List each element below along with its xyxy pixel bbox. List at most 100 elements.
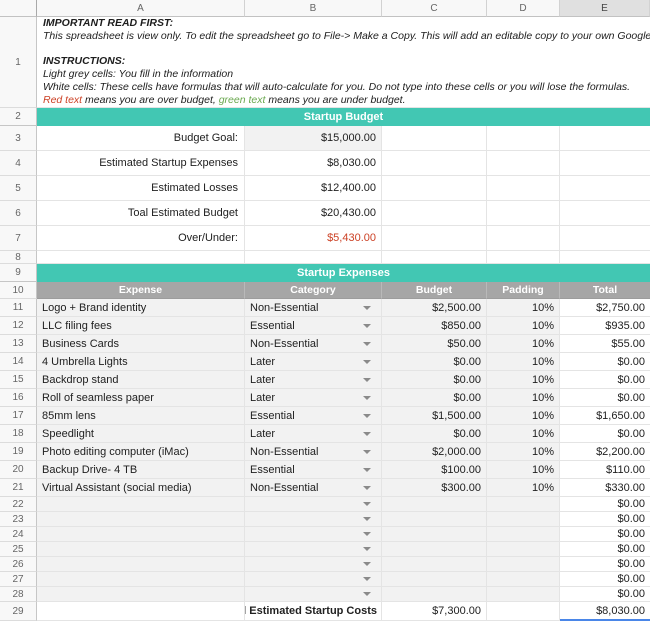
budget-amount-cell[interactable]: $2,500.00: [382, 299, 487, 317]
row-number-6[interactable]: 6: [0, 201, 37, 226]
empty-cell[interactable]: [487, 251, 560, 264]
row-number-29[interactable]: 29: [0, 602, 37, 621]
total-cell[interactable]: $0.00: [560, 497, 650, 512]
expense-name-cell[interactable]: Backdrop stand: [37, 371, 245, 389]
expense-name-cell[interactable]: [37, 572, 245, 587]
category-cell[interactable]: Later: [245, 425, 382, 443]
padding-cell[interactable]: [487, 512, 560, 527]
budget-label-cell[interactable]: Toal Estimated Budget: [37, 201, 245, 226]
category-cell[interactable]: Later: [245, 371, 382, 389]
empty-cell[interactable]: [560, 201, 650, 226]
category-cell[interactable]: Essential: [245, 317, 382, 335]
category-cell[interactable]: Essential: [245, 461, 382, 479]
row-number-9[interactable]: 9: [0, 264, 37, 282]
budget-amount-cell[interactable]: $0.00: [382, 425, 487, 443]
row-number-19[interactable]: 19: [0, 443, 37, 461]
empty-cell[interactable]: [487, 151, 560, 176]
category-dropdown-icon[interactable]: [363, 450, 371, 454]
startup-expenses-title-cell[interactable]: Startup Expenses: [37, 264, 650, 282]
padding-cell[interactable]: 10%: [487, 299, 560, 317]
row-number-1[interactable]: 1: [0, 17, 37, 108]
expense-name-cell[interactable]: [37, 557, 245, 572]
category-dropdown-icon[interactable]: [363, 468, 371, 472]
budget-value-cell[interactable]: $5,430.00: [245, 226, 382, 251]
budget-amount-cell[interactable]: $0.00: [382, 389, 487, 407]
empty-cell[interactable]: [487, 226, 560, 251]
budget-value-cell[interactable]: $15,000.00: [245, 126, 382, 151]
expense-name-cell[interactable]: [37, 542, 245, 557]
grand-total-cell[interactable]: $8,030.00: [560, 602, 650, 621]
total-cell[interactable]: $0.00: [560, 353, 650, 371]
total-cell[interactable]: $0.00: [560, 587, 650, 602]
row-number-26[interactable]: 26: [0, 557, 37, 572]
empty-cell[interactable]: [382, 251, 487, 264]
category-cell[interactable]: [245, 542, 382, 557]
expense-name-cell[interactable]: [37, 587, 245, 602]
category-cell[interactable]: Non-Essential: [245, 335, 382, 353]
column-header-A[interactable]: A: [37, 0, 245, 17]
padding-cell[interactable]: [487, 497, 560, 512]
category-cell[interactable]: Non-Essential: [245, 479, 382, 497]
category-cell[interactable]: [245, 512, 382, 527]
padding-header-cell[interactable]: Padding: [487, 282, 560, 299]
budget-amount-cell[interactable]: $850.00: [382, 317, 487, 335]
budget-header-cell[interactable]: Budget: [382, 282, 487, 299]
row-number-27[interactable]: 27: [0, 572, 37, 587]
column-header-D[interactable]: D: [487, 0, 560, 17]
total-cell[interactable]: $110.00: [560, 461, 650, 479]
budget-amount-cell[interactable]: $300.00: [382, 479, 487, 497]
expense-name-cell[interactable]: LLC filing fees: [37, 317, 245, 335]
startup-budget-title-cell[interactable]: Startup Budget: [37, 108, 650, 126]
column-header-E[interactable]: E: [560, 0, 650, 17]
category-cell[interactable]: [245, 572, 382, 587]
category-cell[interactable]: [245, 527, 382, 542]
category-cell[interactable]: [245, 557, 382, 572]
expense-name-cell[interactable]: 4 Umbrella Lights: [37, 353, 245, 371]
category-dropdown-icon[interactable]: [363, 342, 371, 346]
row-number-13[interactable]: 13: [0, 335, 37, 353]
total-cell[interactable]: $1,650.00: [560, 407, 650, 425]
category-cell[interactable]: Essential: [245, 407, 382, 425]
row-number-28[interactable]: 28: [0, 587, 37, 602]
row-number-22[interactable]: 22: [0, 497, 37, 512]
budget-value-cell[interactable]: $8,030.00: [245, 151, 382, 176]
empty-cell[interactable]: [382, 226, 487, 251]
padding-cell[interactable]: 10%: [487, 407, 560, 425]
empty-cell[interactable]: [37, 251, 245, 264]
category-dropdown-icon[interactable]: [363, 547, 371, 551]
expense-name-cell[interactable]: Roll of seamless paper: [37, 389, 245, 407]
empty-cell[interactable]: [382, 126, 487, 151]
category-dropdown-icon[interactable]: [363, 324, 371, 328]
empty-cell[interactable]: [487, 126, 560, 151]
expense-name-cell[interactable]: Photo editing computer (iMac): [37, 443, 245, 461]
budget-label-cell[interactable]: Estimated Startup Expenses: [37, 151, 245, 176]
expense-name-cell[interactable]: [37, 527, 245, 542]
total-cell[interactable]: $0.00: [560, 572, 650, 587]
total-cell[interactable]: $0.00: [560, 512, 650, 527]
category-dropdown-icon[interactable]: [363, 502, 371, 506]
padding-cell[interactable]: 10%: [487, 317, 560, 335]
padding-cell[interactable]: 10%: [487, 461, 560, 479]
total-cell[interactable]: $2,200.00: [560, 443, 650, 461]
row-number-8[interactable]: 8: [0, 251, 37, 264]
budget-label-cell[interactable]: Estimated Losses: [37, 176, 245, 201]
padding-cell[interactable]: 10%: [487, 335, 560, 353]
budget-label-cell[interactable]: Over/Under:: [37, 226, 245, 251]
expense-name-cell[interactable]: Business Cards: [37, 335, 245, 353]
padding-cell[interactable]: 10%: [487, 389, 560, 407]
row-number-23[interactable]: 23: [0, 512, 37, 527]
empty-cell[interactable]: [487, 602, 560, 621]
budget-amount-cell[interactable]: [382, 542, 487, 557]
budget-amount-cell[interactable]: [382, 557, 487, 572]
padding-cell[interactable]: 10%: [487, 443, 560, 461]
empty-cell[interactable]: [560, 151, 650, 176]
column-header-C[interactable]: C: [382, 0, 487, 17]
total-cell[interactable]: $2,750.00: [560, 299, 650, 317]
category-dropdown-icon[interactable]: [363, 577, 371, 581]
total-cell[interactable]: $0.00: [560, 389, 650, 407]
budget-amount-cell[interactable]: $50.00: [382, 335, 487, 353]
total-cell[interactable]: $0.00: [560, 371, 650, 389]
budget-amount-cell[interactable]: [382, 497, 487, 512]
expense-name-cell[interactable]: [37, 512, 245, 527]
total-cell[interactable]: $0.00: [560, 557, 650, 572]
